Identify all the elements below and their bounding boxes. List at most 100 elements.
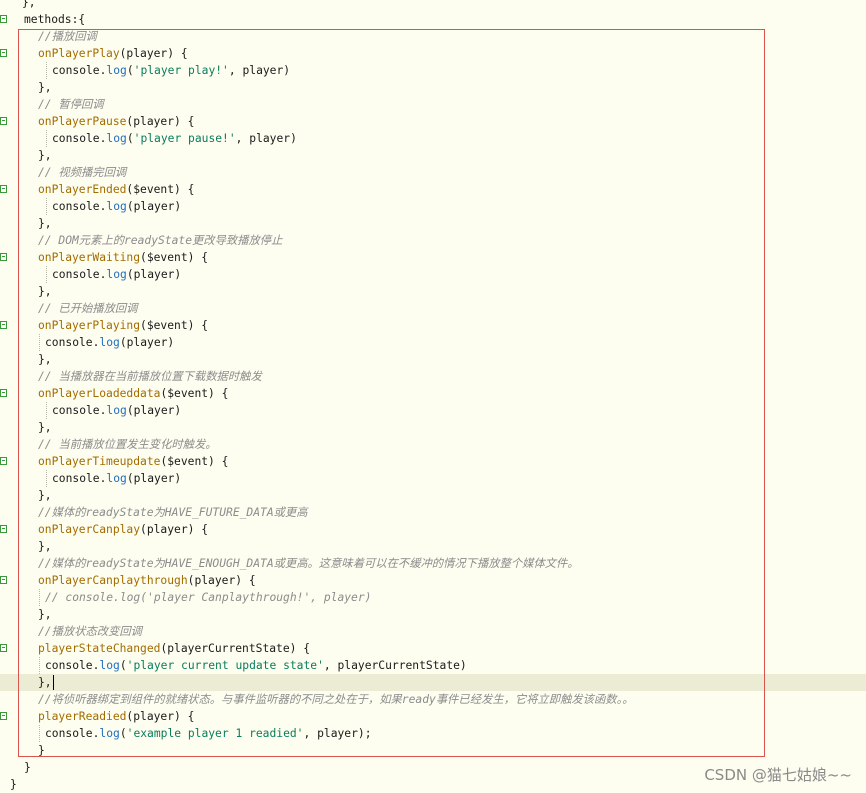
code-line[interactable]: console.log('player current update state… [0,657,866,674]
code-line[interactable]: }, [0,419,866,436]
code-line[interactable]: console.log(player) [0,470,866,487]
code-line[interactable]: onPlayerLoadeddata($event) { [0,385,866,402]
code-token: onPlayerPlay [38,47,120,60]
code-token: onPlayerWaiting [38,251,141,264]
code-token: methods:{ [24,13,86,26]
code-line[interactable]: }, [0,283,866,300]
indent-guide [46,402,47,419]
code-text: } [24,759,31,776]
code-line[interactable]: onPlayerTimeupdate($event) { [0,453,866,470]
code-line[interactable]: onPlayerCanplay(player) { [0,521,866,538]
code-line[interactable]: console.log(player) [0,334,866,351]
code-text: }, [38,674,52,691]
code-token: 'example player 1 readied' [126,727,304,740]
code-token: //播放状态改变回调 [38,625,142,638]
code-token: ( [119,659,127,672]
code-line[interactable]: playerReadied(player) { [0,708,866,725]
code-token: log [106,200,127,213]
code-token: onPlayerPlaying [38,319,141,332]
code-text: onPlayerPause(player) { [38,113,194,130]
code-token: } [10,778,17,791]
code-token: ($event) { [140,319,209,332]
code-token: log [106,472,127,485]
code-line[interactable]: // DOM元素上的readyState更改导致播放停止 [0,232,866,249]
code-line[interactable]: onPlayerPlaying($event) { [0,317,866,334]
code-line[interactable]: //媒体的readyState为HAVE_ENOUGH_DATA或更高。这意味着… [0,555,866,572]
watermark: CSDN @猫七姑娘~~ [704,766,852,784]
code-line[interactable]: }, [0,79,866,96]
code-token: log [106,268,127,281]
code-line[interactable]: // 暂停回调 [0,96,866,113]
code-token: //媒体的readyState为HAVE_FUTURE_DATA或更高 [38,506,308,519]
code-token: (player) [119,336,175,349]
code-line[interactable]: }, [0,487,866,504]
code-line[interactable]: console.log('example player 1 readied', … [0,725,866,742]
code-token: (player) { [140,523,209,536]
code-token: (player) { [119,47,188,60]
code-line[interactable]: console.log('player play!', player) [0,62,866,79]
code-line[interactable]: console.log(player) [0,198,866,215]
code-line[interactable]: onPlayerCanplaythrough(player) { [0,572,866,589]
code-line[interactable]: // 当播放器在当前播放位置下载数据时触发 [0,368,866,385]
code-text: }, [38,215,52,232]
code-token: ($event) { [160,455,229,468]
code-line[interactable]: onPlayerPlay(player) { [0,45,866,62]
code-text: onPlayerCanplay(player) { [38,521,208,538]
code-token: // 当播放器在当前播放位置下载数据时触发 [38,370,262,383]
code-line[interactable]: }, [0,351,866,368]
code-line[interactable]: }, [0,538,866,555]
code-token: } [24,761,31,774]
code-token: }, [38,217,52,230]
code-text: } [38,742,45,759]
code-editor[interactable]: }, methods:{//播放回调 onPlayerPlay(player) {c… [0,0,866,793]
code-line[interactable]: console.log('player pause!', player) [0,130,866,147]
code-line[interactable]: // 视频播完回调 [0,164,866,181]
code-line[interactable]: }, [0,215,866,232]
code-text: //播放状态改变回调 [38,623,142,640]
code-line[interactable]: //将侦听器绑定到组件的就绪状态。与事件监听器的不同之处在于，如果ready事件… [0,691,866,708]
code-token: 'player pause!' [133,132,236,145]
code-line[interactable]: //播放状态改变回调 [0,623,866,640]
code-text: // DOM元素上的readyState更改导致播放停止 [38,232,282,249]
code-line[interactable]: // 当前播放位置发生变化时触发。 [0,436,866,453]
code-line[interactable]: // 已开始播放回调 [0,300,866,317]
code-text: }, [38,79,52,96]
code-token: (player) [126,404,182,417]
code-line[interactable]: onPlayerWaiting($event) { [0,249,866,266]
code-token: ( [126,132,134,145]
code-text: onPlayerPlay(player) { [38,45,188,62]
indent-guide [39,657,40,674]
current-line[interactable]: }, [0,674,866,691]
code-text: onPlayerLoadeddata($event) { [38,385,228,402]
code-text: }, [38,351,52,368]
code-line[interactable]: }, [0,147,866,164]
code-token: }, [38,81,52,94]
code-line[interactable]: onPlayerPause(player) { [0,113,866,130]
code-line[interactable]: onPlayerEnded($event) { [0,181,866,198]
code-token: , player) [228,64,291,77]
code-line[interactable]: playerStateChanged(playerCurrentState) { [0,640,866,657]
code-token: } [38,744,45,757]
code-line[interactable]: }, [0,606,866,623]
code-text: console.log(player) [52,198,181,215]
indent-guide [46,266,47,283]
code-line[interactable]: } [0,742,866,759]
code-token: log [106,132,127,145]
code-token: console. [45,727,100,740]
code-line[interactable]: // console.log('player Canplaythrough!',… [0,589,866,606]
code-token: log [99,336,120,349]
code-text: onPlayerWaiting($event) { [38,249,208,266]
code-token: // console.log('player Canplaythrough!',… [45,591,372,604]
code-line[interactable]: //媒体的readyState为HAVE_FUTURE_DATA或更高 [0,504,866,521]
code-token: 'player play!' [133,64,229,77]
code-token: // 视频播完回调 [38,166,127,179]
code-line[interactable]: console.log(player) [0,266,866,283]
code-line[interactable]: methods:{ [0,11,866,28]
code-line[interactable]: console.log(player) [0,402,866,419]
code-line[interactable]: }, [0,0,866,11]
code-line[interactable]: //播放回调 [0,28,866,45]
code-token: ($event) { [126,183,195,196]
indent-guide [46,130,47,147]
indent-guide [46,198,47,215]
code-text: console.log('player pause!', player) [52,130,297,147]
